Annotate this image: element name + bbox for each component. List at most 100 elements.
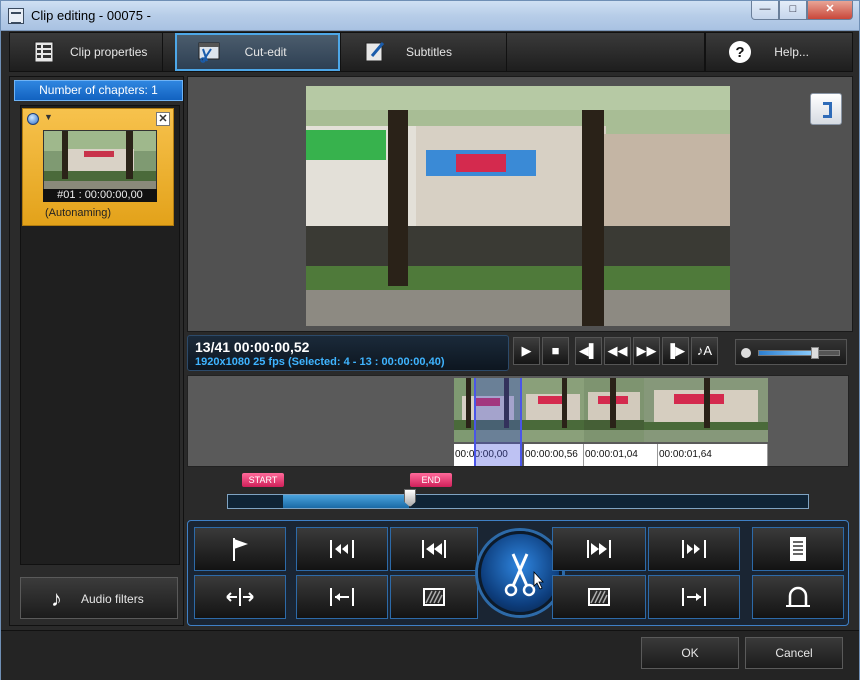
go-to-end-button[interactable]	[648, 527, 740, 571]
chapter-timecode: #01 : 00:00:00,00	[43, 189, 157, 202]
chevron-down-icon[interactable]: ▼	[44, 112, 53, 122]
svg-text:?: ?	[736, 44, 745, 61]
range-track[interactable]	[227, 489, 809, 509]
position-info: 13/41 00:00:00,52 1920x1080 25 fps (Sele…	[187, 335, 509, 371]
subtitles-icon	[365, 42, 385, 62]
start-marker[interactable]: START	[242, 473, 284, 487]
tab-clip-properties[interactable]: Clip properties	[10, 33, 163, 71]
chapter-globe-icon[interactable]	[27, 113, 39, 125]
end-marker[interactable]: END	[410, 473, 452, 487]
chapter-thumbnail-image	[44, 131, 156, 189]
scissors-icon	[504, 553, 544, 597]
play-button[interactable]: ▶	[513, 337, 540, 365]
clip-properties-icon	[34, 41, 54, 63]
undo-button[interactable]	[752, 575, 844, 619]
document-icon	[790, 537, 806, 561]
stop-button[interactable]: ■	[542, 337, 569, 365]
trim-end-button[interactable]	[552, 575, 646, 619]
cancel-button[interactable]: Cancel	[745, 637, 843, 669]
trim-start-icon	[423, 588, 445, 606]
tab-label: Subtitles	[405, 45, 452, 59]
rewind-step-icon	[422, 540, 446, 558]
app-icon	[8, 8, 24, 24]
audio-filters-button[interactable]: ♪ Audio filters	[20, 577, 178, 619]
rewind-button[interactable]: ◀◀	[604, 337, 631, 365]
range-selection	[283, 495, 409, 508]
trim-end-icon	[588, 588, 610, 606]
next-frame-icon: ▐▶	[665, 343, 686, 358]
audio-filters-label: Audio filters	[81, 592, 144, 606]
next-frame-button[interactable]: ▐▶	[662, 337, 689, 365]
go-to-end-icon	[682, 540, 706, 558]
timeline-frame[interactable]	[522, 378, 584, 442]
tab-subtitles[interactable]: Subtitles	[341, 33, 508, 71]
prev-frame-button[interactable]: ◀▌	[575, 337, 602, 365]
rewind-step-button[interactable]	[390, 527, 478, 571]
split-icon	[226, 588, 254, 606]
set-chapter-button[interactable]	[194, 527, 286, 571]
timeline-frame[interactable]	[644, 378, 768, 442]
volume-fill	[759, 351, 815, 355]
cut-button[interactable]	[478, 531, 562, 615]
video-preview	[306, 86, 730, 326]
fast-forward-step-icon	[587, 540, 611, 558]
chapter-thumbnail	[43, 130, 157, 190]
frame-timeline[interactable]: 00:00:00,00 00:00:00,56 00:00:01,04 00:0…	[187, 375, 849, 467]
audio-track-button[interactable]: ♪A	[691, 337, 718, 365]
timeline-timecode: 00:00:01,04	[584, 444, 658, 466]
music-note-icon: ♪	[51, 586, 62, 611]
chapter-list: ▼ ✕ #01 : 00:00:00,00 (Autonaming)	[20, 105, 180, 565]
fast-forward-step-button[interactable]	[552, 527, 646, 571]
timeline-timecode: 00:00:00,56	[524, 444, 584, 466]
toolbar: Clip properties Cut-edit Subtitles ? Hel…	[9, 32, 853, 72]
timeline-selection[interactable]	[474, 378, 522, 466]
trim-start-button[interactable]	[390, 575, 478, 619]
timeline-frame[interactable]	[584, 378, 644, 442]
video-frame-image	[306, 86, 730, 326]
set-start-icon	[330, 588, 354, 606]
fast-forward-button[interactable]: ▶▶	[633, 337, 660, 365]
flag-icon	[233, 538, 248, 561]
volume-icon	[741, 348, 751, 358]
title-bar: Clip editing - 00075 - — □ ✕	[1, 1, 859, 31]
set-end-icon	[682, 588, 706, 606]
split-button[interactable]	[194, 575, 286, 619]
window-title: Clip editing - 00075 -	[31, 8, 151, 23]
transport-controls: ▶ ■ ◀▌ ◀◀ ▶▶ ▐▶ ♪A	[513, 337, 720, 365]
timeline-timecode: 00:00:01,64	[658, 444, 768, 466]
position-readout: 13/41 00:00:00,52	[195, 339, 310, 355]
tab-cut-edit[interactable]: Cut-edit	[174, 33, 341, 71]
set-end-button[interactable]	[648, 575, 740, 619]
panel-toggle-button[interactable]	[810, 93, 842, 125]
go-to-start-icon	[330, 540, 354, 558]
chapter-name: (Autonaming)	[45, 207, 112, 219]
chapter-list-button[interactable]	[752, 527, 844, 571]
volume-control[interactable]	[735, 339, 847, 365]
minimize-button[interactable]: —	[751, 1, 779, 20]
prev-frame-icon: ◀▌	[578, 343, 599, 358]
help-button[interactable]: ? Help...	[705, 33, 852, 71]
preview-area	[187, 76, 853, 332]
help-label: Help...	[774, 45, 809, 59]
tab-label: Cut-edit	[244, 45, 287, 59]
range-slider: START END	[187, 471, 849, 517]
bracket-icon	[823, 102, 832, 118]
set-start-button[interactable]	[296, 575, 388, 619]
volume-slider[interactable]	[758, 347, 840, 359]
audio-track-icon: ♪A	[696, 343, 713, 358]
chapters-count-header: Number of chapters: 1	[14, 80, 183, 101]
stop-icon: ■	[551, 343, 560, 358]
window-controls: — □ ✕	[751, 1, 853, 20]
maximize-button[interactable]: □	[779, 1, 807, 20]
ok-button[interactable]: OK	[641, 637, 739, 669]
tab-label: Clip properties	[70, 45, 148, 59]
dialog-footer: OK Cancel	[1, 630, 859, 680]
chapter-item[interactable]: ▼ ✕ #01 : 00:00:00,00 (Autonaming)	[22, 108, 174, 226]
fast-forward-icon: ▶▶	[636, 343, 657, 358]
video-details: 1920x1080 25 fps (Selected: 4 - 13 : 00:…	[195, 356, 445, 368]
close-button[interactable]: ✕	[807, 1, 853, 20]
chapter-delete-button[interactable]: ✕	[156, 112, 170, 126]
volume-thumb[interactable]	[811, 347, 819, 359]
go-to-start-button[interactable]	[296, 527, 388, 571]
play-icon: ▶	[521, 343, 532, 358]
